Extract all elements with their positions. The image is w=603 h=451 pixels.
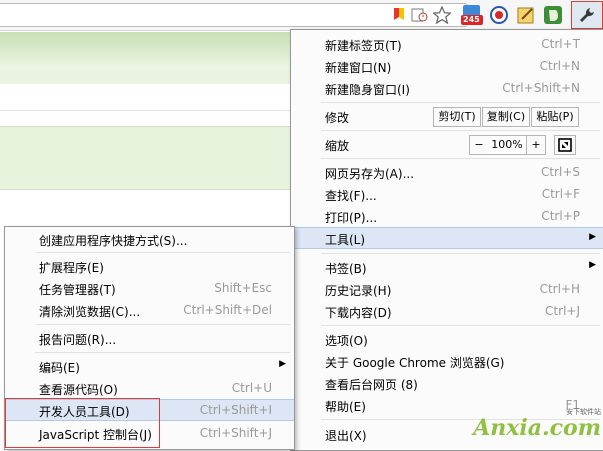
menu-item-label: 报告问题(R)... — [39, 333, 117, 347]
menu-item-about[interactable]: 关于 Google Chrome 浏览器(G) — [291, 350, 603, 372]
menu-item-clear-data[interactable]: 清除浏览数据(C)... Ctrl+Shift+Del — [5, 299, 294, 321]
star-icon[interactable] — [432, 5, 452, 25]
menu-item-label: 工具(L) — [325, 233, 366, 247]
menu-item-history[interactable]: 历史记录(H) Ctrl+H — [291, 278, 603, 300]
site-watermark: 安下软件站 Anxia.com — [473, 408, 601, 441]
menu-separator — [321, 130, 600, 131]
menu-item-label: 新建隐身窗口(I) — [325, 83, 410, 97]
menu-item-label: 查找(F)... — [325, 189, 377, 203]
browser-toolbar: 245 — [0, 0, 603, 31]
menu-item-new-window[interactable]: 新建窗口(N) Ctrl+N — [291, 55, 603, 77]
menu-item-shortcut: Shift+Esc — [214, 281, 272, 295]
menu-separator — [321, 325, 600, 326]
menu-separator — [321, 158, 600, 159]
menu-item-shortcut: Ctrl+H — [539, 282, 580, 296]
badge-count: 245 — [463, 15, 480, 24]
document-icon[interactable] — [411, 5, 429, 25]
submenu-arrow-icon: ▶ — [589, 232, 596, 242]
menu-item-shortcut: Ctrl+N — [539, 59, 580, 73]
menu-item-label: 关于 Google Chrome 浏览器(G) — [325, 356, 505, 370]
menu-item-shortcut: Ctrl+Shift+Del — [183, 303, 272, 317]
menu-item-label: 书签(B) — [325, 262, 367, 276]
menu-item-shortcut: Ctrl+Shift+J — [199, 426, 272, 440]
extension-globe-icon[interactable] — [488, 5, 510, 25]
menu-item-label: 查看后台网页 (8) — [325, 378, 418, 392]
menu-item-label: 任务管理器(T) — [39, 283, 116, 297]
menu-item-downloads[interactable]: 下载内容(D) Ctrl+J — [291, 300, 603, 322]
menu-item-print[interactable]: 打印(P)... Ctrl+P — [291, 205, 603, 227]
menu-separator — [35, 352, 290, 353]
menu-item-shortcut: Ctrl+P — [541, 209, 580, 223]
menu-separator — [35, 324, 290, 325]
menu-separator — [321, 102, 600, 103]
zoom-in-button[interactable]: + — [526, 135, 546, 155]
page-divider — [0, 110, 292, 111]
menu-item-zoom: 缩放 − 100% + — [291, 133, 603, 155]
menu-item-new-tab[interactable]: 新建标签页(T) Ctrl+T — [291, 33, 603, 55]
menu-item-label: 编码(E) — [39, 361, 80, 375]
menu-item-label: 缩放 — [325, 139, 350, 153]
wrench-menu-icon[interactable] — [571, 1, 603, 29]
menu-item-extensions[interactable]: 扩展程序(E) — [5, 255, 294, 277]
annotation-highlight-box — [5, 398, 160, 448]
menu-item-label: 清除浏览数据(C)... — [39, 305, 141, 319]
submenu-arrow-icon: ▶ — [589, 260, 596, 270]
menu-item-background-pages[interactable]: 查看后台网页 (8) — [291, 372, 603, 394]
menu-item-label: 创建应用程序快捷方式(S)... — [39, 234, 188, 248]
menu-item-shortcut: Ctrl+Shift+N — [502, 81, 580, 95]
tools-submenu: 创建应用程序快捷方式(S)... 扩展程序(E) 任务管理器(T) Shift+… — [4, 226, 295, 450]
page-content-block — [0, 126, 292, 190]
fullscreen-icon — [558, 138, 572, 152]
watermark-subtitle: 安下软件站 — [566, 408, 601, 416]
copy-button[interactable]: 复制(C) — [482, 107, 530, 127]
menu-item-label: 新建窗口(N) — [325, 61, 392, 75]
menu-item-save-as[interactable]: 网页另存为(A)... Ctrl+S — [291, 161, 603, 183]
extension-note-icon[interactable] — [515, 5, 537, 25]
menu-item-task-manager[interactable]: 任务管理器(T) Shift+Esc — [5, 277, 294, 299]
evernote-icon[interactable] — [542, 5, 564, 25]
menu-item-label: 新建标签页(T) — [325, 39, 402, 53]
menu-item-label: 网页另存为(A)... — [325, 167, 415, 181]
menu-item-label: 退出(X) — [325, 429, 367, 443]
menu-item-find[interactable]: 查找(F)... Ctrl+F — [291, 183, 603, 205]
menu-item-shortcut: Ctrl+T — [541, 37, 580, 51]
menu-item-options[interactable]: 选项(O) — [291, 328, 603, 350]
menu-item-label: 帮助(E) — [325, 400, 366, 414]
menu-item-new-incognito[interactable]: 新建隐身窗口(I) Ctrl+Shift+N — [291, 77, 603, 99]
page-banner — [0, 32, 292, 70]
menu-separator — [35, 252, 290, 253]
watermark-logo: Anxia.com — [473, 415, 601, 441]
menu-item-shortcut: Ctrl+F — [541, 187, 580, 201]
menu-item-label: 选项(O) — [325, 334, 368, 348]
menu-item-label: 历史记录(H) — [325, 284, 392, 298]
menu-item-label: 扩展程序(E) — [39, 261, 104, 275]
menu-item-shortcut: Ctrl+S — [540, 165, 580, 179]
menu-item-view-source[interactable]: 查看源代码(O) Ctrl+U — [5, 377, 294, 399]
bookmark-flag-icon[interactable] — [392, 5, 406, 25]
paste-button[interactable]: 粘贴(P) — [531, 107, 579, 127]
zoom-out-button[interactable]: − — [469, 135, 489, 155]
menu-item-encoding[interactable]: 编码(E) ▶ — [5, 355, 294, 377]
menu-item-label: 打印(P)... — [325, 211, 378, 225]
cut-button[interactable]: 剪切(T) — [433, 107, 481, 127]
page-banner-shadow — [0, 70, 292, 84]
fullscreen-button[interactable] — [554, 135, 576, 155]
zoom-level: 100% — [488, 135, 526, 155]
menu-item-shortcut: Ctrl+Shift+I — [199, 403, 272, 417]
menu-item-report-issue[interactable]: 报告问题(R)... — [5, 327, 294, 349]
menu-item-edit: 修改 剪切(T) 复制(C) 粘贴(P) — [291, 105, 603, 127]
menu-separator — [321, 253, 600, 254]
menu-item-label: 查看源代码(O) — [39, 383, 118, 397]
menu-item-shortcut: Ctrl+J — [545, 304, 580, 318]
menu-item-label: 下载内容(D) — [325, 306, 392, 320]
menu-item-create-shortcut[interactable]: 创建应用程序快捷方式(S)... — [5, 228, 294, 250]
menu-item-shortcut: Ctrl+U — [231, 381, 272, 395]
menu-item-help[interactable]: 帮助(E) F1 — [291, 394, 603, 416]
menu-item-tools[interactable]: 工具(L) ▶ — [291, 227, 603, 249]
menu-item-label: 修改 — [325, 111, 350, 125]
extension-245-icon[interactable]: 245 — [461, 4, 483, 26]
submenu-arrow-icon: ▶ — [279, 359, 286, 369]
menu-item-bookmarks[interactable]: 书签(B) ▶ — [291, 256, 603, 278]
chrome-main-menu: 新建标签页(T) Ctrl+T 新建窗口(N) Ctrl+N 新建隐身窗口(I)… — [290, 29, 603, 451]
